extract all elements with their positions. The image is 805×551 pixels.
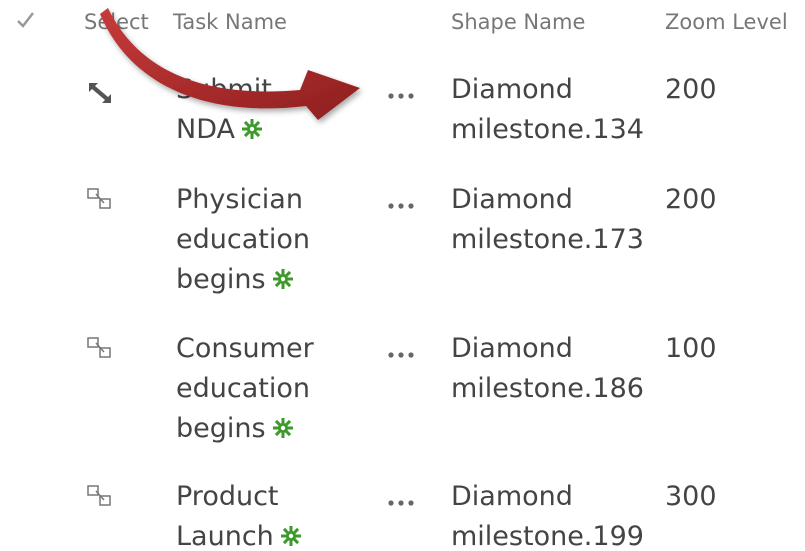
table-row[interactable]: Consumer education begins Diamond milest… bbox=[0, 329, 805, 459]
shape-name-line: milestone.186 bbox=[451, 373, 644, 404]
table-row[interactable]: Product Launch Diamond milestone.199 300 bbox=[0, 477, 805, 551]
more-options-icon[interactable] bbox=[384, 198, 420, 214]
select-shape-icon[interactable] bbox=[86, 483, 116, 509]
shape-name-line: milestone.134 bbox=[451, 114, 644, 145]
task-name-line: Submit bbox=[176, 74, 272, 105]
gear-icon bbox=[272, 418, 293, 438]
task-name-cell: Submit NDA bbox=[176, 70, 366, 150]
zoom-level-cell: 300 bbox=[665, 481, 717, 512]
task-name-line-last: begins bbox=[176, 260, 366, 300]
zoom-level-cell: 200 bbox=[665, 184, 717, 215]
task-name-cell: Consumer education begins bbox=[176, 329, 366, 449]
task-list: Select Task Name Shape Name Zoom Level S… bbox=[0, 0, 805, 551]
task-name-cell: Physician education begins bbox=[176, 180, 366, 300]
zoom-level-cell: 200 bbox=[665, 74, 717, 105]
shape-name-line: milestone.199 bbox=[451, 521, 644, 551]
shape-name-cell: Diamond milestone.173 bbox=[451, 180, 671, 260]
gear-icon bbox=[272, 269, 293, 289]
expand-diagonal-icon[interactable] bbox=[86, 80, 116, 106]
task-name-line-last: begins bbox=[176, 409, 366, 449]
task-name-cell: Product Launch bbox=[176, 477, 366, 551]
task-name-line: education bbox=[176, 373, 310, 404]
task-name-line-last: NDA bbox=[176, 110, 366, 150]
task-name-line: Physician bbox=[176, 184, 303, 215]
column-header-zoom-level[interactable]: Zoom Level bbox=[665, 10, 788, 34]
shape-name-cell: Diamond milestone.186 bbox=[451, 329, 671, 409]
shape-name-line: Diamond bbox=[451, 184, 573, 215]
select-shape-icon[interactable] bbox=[86, 186, 116, 212]
column-header-shape-name[interactable]: Shape Name bbox=[451, 10, 585, 34]
column-header-select[interactable]: Select bbox=[84, 10, 149, 34]
task-name-line: Consumer bbox=[176, 333, 314, 364]
task-name-line: education bbox=[176, 224, 310, 255]
zoom-level-cell: 100 bbox=[665, 333, 717, 364]
shape-name-line: milestone.173 bbox=[451, 224, 644, 255]
shape-name-line: Diamond bbox=[451, 481, 573, 512]
task-name-line-last: Launch bbox=[176, 517, 366, 551]
select-all-checkmark-icon[interactable] bbox=[12, 6, 40, 34]
table-row[interactable]: Physician education begins Diamond miles… bbox=[0, 180, 805, 310]
table-row[interactable]: Submit NDA Diamond milestone.134 200 bbox=[0, 70, 805, 170]
list-header: Select Task Name Shape Name Zoom Level bbox=[0, 0, 805, 50]
shape-name-line: Diamond bbox=[451, 333, 573, 364]
more-options-icon[interactable] bbox=[384, 347, 420, 363]
more-options-icon[interactable] bbox=[384, 88, 420, 104]
select-shape-icon[interactable] bbox=[86, 335, 116, 361]
task-name-line: Product bbox=[176, 481, 279, 512]
shape-name-line: Diamond bbox=[451, 74, 573, 105]
shape-name-cell: Diamond milestone.134 bbox=[451, 70, 671, 150]
shape-name-cell: Diamond milestone.199 bbox=[451, 477, 671, 551]
gear-icon bbox=[241, 119, 262, 139]
column-header-task-name[interactable]: Task Name bbox=[173, 10, 287, 34]
gear-icon bbox=[280, 526, 301, 546]
more-options-icon[interactable] bbox=[384, 495, 420, 511]
